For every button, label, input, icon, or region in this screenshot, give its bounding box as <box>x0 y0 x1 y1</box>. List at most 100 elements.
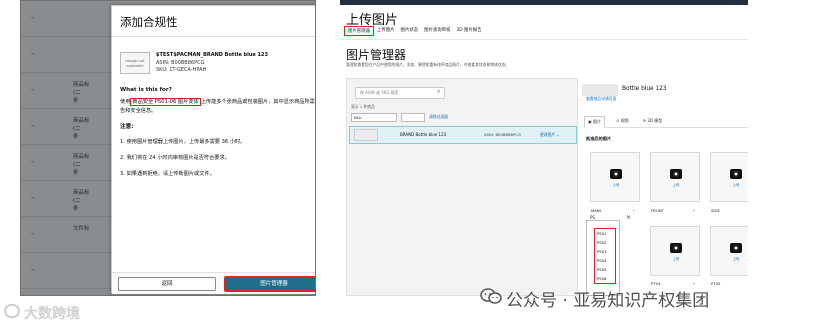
variant-option-ps01[interactable]: PS01 <box>597 231 607 236</box>
row-dash: - <box>31 265 34 274</box>
tab-upload-images[interactable]: 上传图片 <box>374 26 398 36</box>
upload-label: 上传 <box>732 257 740 261</box>
row-text: 商品标 <box>73 82 90 88</box>
image-slot-side[interactable]: 上传 <box>710 152 748 202</box>
chevron-down-icon[interactable]: ⌄ <box>632 207 635 212</box>
tab-image-status[interactable]: 图片状态 <box>398 26 422 36</box>
image-slot-pt04[interactable]: 上传 <box>650 226 700 276</box>
product-thumbnail <box>354 129 378 141</box>
row-text: 文件标 <box>73 226 90 232</box>
product-list-panel: 按 ASIN 或 SKU 搜索 ⌕ 显示 1 件商品 SKU 清除过滤器 BRA… <box>346 78 578 296</box>
watermark-logo-icon <box>4 304 20 318</box>
dialog-title: 添加合规性 <box>120 15 178 29</box>
row-dash: - <box>31 193 34 202</box>
row-dash: - <box>31 157 34 166</box>
view-detail-page-link[interactable]: 查看商品详情页面 <box>586 96 616 102</box>
row-text: 条 <box>73 98 79 104</box>
row-text: 商品标 <box>73 154 90 160</box>
tab-videos[interactable]: ⊙ 视频 <box>613 116 632 128</box>
divider <box>340 39 748 40</box>
row-text: (二 <box>73 198 81 204</box>
detail-product-title: Bottle blue 123 <box>622 86 667 92</box>
tab-3d-report[interactable]: 3D 图片报告 <box>453 26 484 36</box>
clear-filter-link[interactable]: 清除过滤器 <box>429 114 448 120</box>
filter-select[interactable]: SKU <box>351 113 397 122</box>
tab-images[interactable]: ▣ 图片 <box>584 116 606 128</box>
variant-option-ps04[interactable]: PS04 <box>597 258 607 263</box>
dialog-description: 使用 商品安全 PS01-06 图片变体 上传能多个张商品或包装图片，其中显示商品所… <box>120 98 315 115</box>
row-text: (二 <box>73 90 81 96</box>
image-slot-main[interactable]: 上传 <box>590 152 640 202</box>
watermark-left: 大数跨境 <box>24 306 80 322</box>
change-images-link[interactable]: 更改图片 ⌄ <box>540 132 560 138</box>
camera-icon <box>610 169 622 179</box>
slot-label-main: MAIN <box>591 208 601 213</box>
chevron-down-icon[interactable]: ⌄ <box>692 207 695 212</box>
upload-label: 上传 <box>612 183 620 187</box>
left-screenshot: - - - 商品标 (二条 - 商品标 (二条 - 商品标 (二条 - 商品标 (二条 - 文件标 - 添加合规… <box>20 0 316 296</box>
image-slot-front[interactable]: 上传 <box>650 152 700 202</box>
row-text: (二 <box>73 126 81 132</box>
row-text: 条 <box>73 206 79 212</box>
product-name: $TEST$PACMAN_BRAND Bottle blue 123 <box>156 52 268 58</box>
right-screenshot: 上传图片 图片管理器 上传图片 图片状态 图片查询审核 3D 图片报告 图片管理… <box>340 0 748 296</box>
camera-icon <box>670 243 682 253</box>
description-prefix: 使用 <box>120 99 131 105</box>
variant-option-ps06[interactable]: PS06 <box>597 276 607 281</box>
product-image-placeholder: Image not available <box>120 52 150 74</box>
slot-label-front: FRONT <box>651 208 664 213</box>
chevron-down-icon[interactable]: ⌄ <box>692 280 695 285</box>
dialog-footer: 返回 图片管理器 <box>112 272 315 294</box>
image-manager-button[interactable]: 图片管理器 <box>224 276 315 292</box>
upload-label: 上传 <box>672 183 680 187</box>
section-subtitle: 管理和查看您在产品中使用的图片，添加、删除和重新排序商品图片，并查看其状态和审核… <box>346 62 510 67</box>
note-item: 3. 如果遇到拒绝，请上传新图片或文件。 <box>120 171 215 177</box>
table-row[interactable]: BRAND Bottle blue 123 ASIN: B00BB86PCG 更… <box>349 126 577 144</box>
row-text: 商品标 <box>73 190 90 196</box>
row-dash: - <box>31 85 34 94</box>
row-text: 条 <box>73 134 79 140</box>
filter-row: SKU 清除过滤器 <box>351 113 579 123</box>
camera-icon <box>670 169 682 179</box>
highlighted-variant-text: 商品安全 PS01-06 图片变体 <box>130 98 201 106</box>
variant-option-ps03[interactable]: PS03 <box>597 249 607 254</box>
search-input[interactable]: 按 ASIN 或 SKU 搜索 <box>355 87 445 99</box>
top-navigation-bar <box>340 0 748 5</box>
row-dash: - <box>31 49 34 58</box>
row-dash: - <box>31 13 34 22</box>
page-tabs: 图片管理器 上传图片 图片状态 图片查询审核 3D 图片报告 <box>344 26 485 38</box>
upload-label: 上传 <box>732 183 740 187</box>
slot-label-pt05: PT05 <box>711 281 721 286</box>
camera-icon <box>730 169 742 179</box>
upload-label: 上传 <box>672 257 680 261</box>
note-item: 2. 我们将在 24 小时内审核图片是否符合要求。 <box>120 155 230 161</box>
tab-image-review[interactable]: 图片查询审核 <box>421 26 453 36</box>
return-button[interactable]: 返回 <box>118 277 216 291</box>
row-text: 条 <box>73 170 79 176</box>
tab-3d-models[interactable]: ⟳ 3D 模型 <box>640 116 666 128</box>
result-product-name: BRAND Bottle blue 123 <box>400 132 447 137</box>
row-text: (二 <box>73 162 81 168</box>
camera-icon <box>730 243 742 253</box>
search-icon[interactable]: ⌕ <box>437 88 440 96</box>
add-compliance-dialog: 添加合规性 × Image not available $TEST$PACMAN… <box>111 5 315 294</box>
image-slot-pt05[interactable]: 上传 <box>710 226 748 276</box>
media-tabs: ▣ 图片 ⊙ 视频 ⟳ 3D 模型 <box>584 116 748 128</box>
variant-option-ps05[interactable]: PS05 <box>597 267 607 272</box>
notes-heading: 注意: <box>120 124 134 130</box>
results-count: 显示 1 件商品 <box>351 104 375 109</box>
wechat-icon <box>480 288 502 304</box>
row-text: 商品标 <box>73 118 90 124</box>
variant-option-ps02[interactable]: PS02 <box>597 240 607 245</box>
row-dash: - <box>31 121 34 130</box>
row-dash: - <box>31 229 34 238</box>
divider <box>112 36 315 37</box>
what-is-this-heading: What is this for? <box>120 87 172 93</box>
filter-value-chip[interactable] <box>401 113 425 122</box>
approved-images-label: 批准后的图片 <box>586 136 612 141</box>
result-asin: ASIN: B00BB86PCG <box>484 132 521 137</box>
tab-image-manager[interactable]: 图片管理器 <box>344 26 374 36</box>
close-icon[interactable]: × <box>626 214 631 221</box>
watermark-right: 公众号 · 亚易知识产权集团 <box>506 291 710 311</box>
product-thumbnail <box>582 84 618 96</box>
